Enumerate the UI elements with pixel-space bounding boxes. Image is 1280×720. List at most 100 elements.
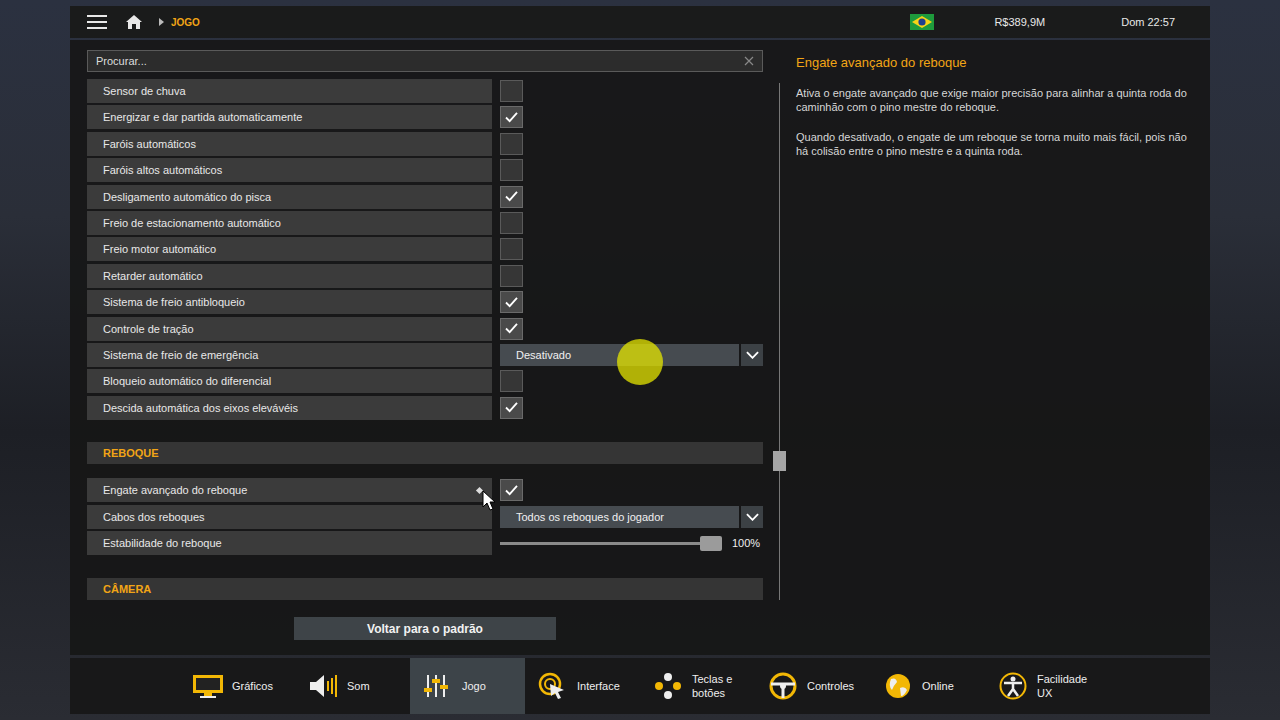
check-icon	[505, 112, 518, 123]
settings-column: Procurar... Sensor de chuvaEnergizar e da…	[87, 50, 763, 655]
search-placeholder: Procurar...	[96, 55, 744, 67]
checkbox[interactable]	[500, 212, 523, 234]
slider[interactable]: 100%	[500, 537, 763, 549]
setting-row: Cabos dos reboques Todos os reboques do j…	[87, 505, 763, 529]
setting-label: Controle de tração	[87, 317, 492, 341]
setting-label: Estabilidade do reboque	[87, 531, 492, 555]
setting-label: Faróis automáticos	[87, 132, 492, 156]
info-paragraph: Quando desativado, o engate de um reboqu…	[796, 130, 1198, 158]
setting-row: Faróis automáticos	[87, 132, 763, 156]
brazil-flag-icon	[910, 14, 934, 30]
setting-label: Engate avançado do reboque	[87, 478, 492, 502]
nav-tab[interactable]: Teclas e botões	[640, 658, 755, 714]
setting-row: Controle de tração	[87, 317, 763, 341]
speaker-icon	[307, 672, 339, 700]
setting-label: Retarder automático	[87, 264, 492, 288]
search-field[interactable]: Procurar...	[87, 50, 763, 72]
check-icon	[505, 485, 518, 496]
globe-icon	[882, 672, 914, 700]
setting-row: Faróis altos automáticos	[87, 158, 763, 182]
checkbox[interactable]	[500, 133, 523, 155]
setting-row: Engate avançado do reboque	[87, 478, 763, 502]
settings-list: Sensor de chuvaEnergizar e dar partida a…	[87, 79, 763, 601]
slider-thumb[interactable]	[700, 536, 722, 551]
check-icon	[505, 323, 518, 334]
checkbox[interactable]	[500, 479, 523, 501]
steering-wheel-icon	[767, 672, 799, 700]
menu-icon[interactable]	[87, 14, 107, 30]
nav-tab-label: Teclas e botões	[692, 672, 754, 700]
setting-row: Sensor de chuva	[87, 79, 763, 103]
nav-tab-label: Interface	[577, 679, 620, 693]
checkbox[interactable]	[500, 238, 523, 260]
setting-label: Descida automática dos eixos elevávéis	[87, 396, 492, 420]
reset-button[interactable]: Voltar para o padrão	[294, 617, 556, 640]
slider-track[interactable]	[500, 542, 722, 545]
setting-row: Estabilidade do reboque 100%	[87, 531, 763, 555]
setting-row: Bloqueio automático do diferencial	[87, 369, 763, 393]
accessibility-icon	[997, 672, 1029, 700]
check-icon	[505, 191, 518, 202]
info-panel: Engate avançado do reboqueAtiva o engate…	[796, 50, 1210, 655]
money: R$389,9M	[994, 16, 1045, 28]
buttons-icon	[652, 672, 684, 700]
scrollbar-thumb[interactable]	[773, 451, 786, 471]
setting-row: Freio motor automático	[87, 237, 763, 261]
slider-reading: 100%	[732, 537, 760, 549]
home-icon[interactable]	[125, 14, 143, 30]
setting-label: Freio de estacionamento automático	[87, 211, 492, 235]
nav-tab-label: Gráficos	[232, 679, 273, 693]
slider-fill	[500, 542, 722, 545]
cursor-highlight	[617, 339, 663, 385]
info-paragraph: Ativa o engate avançado que exige maior …	[796, 86, 1198, 114]
nav-tab-label: Facilidade UX	[1037, 672, 1099, 700]
check-icon	[505, 402, 518, 413]
clock: Dom 22:57	[1121, 16, 1175, 28]
checkbox[interactable]	[500, 397, 523, 419]
setting-label: Desligamento automático do pisca	[87, 185, 492, 209]
nav-tab[interactable]: Som	[295, 658, 410, 714]
setting-row: Descida automática dos eixos elevávéis	[87, 396, 763, 420]
chevron-down-icon	[746, 351, 759, 359]
nav-tab-label: Som	[347, 679, 370, 693]
nav-tab[interactable]: Gráficos	[180, 658, 295, 714]
checkbox[interactable]	[500, 291, 523, 313]
checkbox[interactable]	[500, 318, 523, 340]
checkbox[interactable]	[500, 370, 523, 392]
nav-tab[interactable]: Online	[870, 658, 985, 714]
setting-label: Freio motor automático	[87, 237, 492, 261]
setting-label: Faróis altos automáticos	[87, 158, 492, 182]
mouse-pointer-icon	[482, 490, 496, 512]
category-nav: Gráficos Som Jogo Interface Teclas e botõesC…	[70, 658, 1210, 714]
modified-icon	[476, 487, 483, 494]
nav-tab[interactable]: Facilidade UX	[985, 658, 1100, 714]
scrollbar-track[interactable]	[779, 83, 780, 600]
nav-tab[interactable]: Interface	[525, 658, 640, 714]
checkbox[interactable]	[500, 106, 523, 128]
monitor-icon	[192, 672, 224, 700]
setting-label: Cabos dos reboques	[87, 505, 492, 529]
setting-row: Sistema de freio antibloqueio	[87, 290, 763, 314]
dropdown-arrow[interactable]	[741, 506, 763, 528]
setting-label: Sensor de chuva	[87, 79, 492, 103]
checkbox[interactable]	[500, 80, 523, 102]
checkbox[interactable]	[500, 265, 523, 287]
dropdown[interactable]: Todos os reboques do jogador	[500, 506, 763, 528]
nav-tab[interactable]: Jogo	[410, 658, 525, 714]
cursor-target-icon	[537, 672, 569, 700]
setting-row: Energizar e dar partida automaticamente	[87, 105, 763, 129]
scrollbar[interactable]	[763, 50, 796, 655]
clear-icon[interactable]	[744, 56, 754, 66]
setting-label: Energizar e dar partida automaticamente	[87, 105, 492, 129]
checkbox[interactable]	[500, 159, 523, 181]
nav-tab[interactable]: Controles	[755, 658, 870, 714]
settings-screen: JOGO R$389,9M Dom 22:57 Procurar... Sensor d…	[0, 0, 1280, 720]
breadcrumb-arrow-icon	[159, 18, 164, 26]
section-header: CÂMERA	[87, 578, 763, 600]
checkbox[interactable]	[500, 186, 523, 208]
section-header: REBOQUE	[87, 442, 763, 464]
dropdown-arrow[interactable]	[741, 344, 763, 366]
breadcrumb[interactable]: JOGO	[171, 17, 200, 28]
setting-row: Retarder automático	[87, 264, 763, 288]
nav-tab-label: Online	[922, 679, 954, 693]
